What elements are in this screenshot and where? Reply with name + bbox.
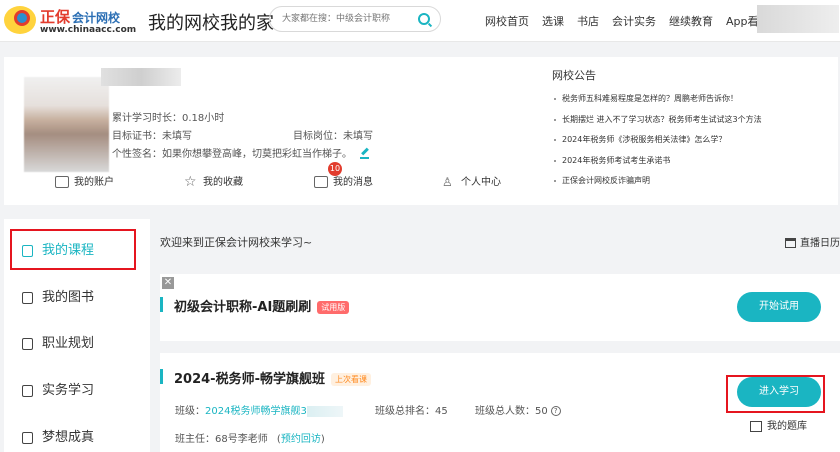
start-trial-button[interactable]: 开始试用: [737, 292, 821, 322]
career-icon: [22, 337, 33, 350]
signature: 个性签名：如果你想攀登高峰，切莫把彩虹当作梯子。: [112, 145, 370, 160]
notice-item[interactable]: 长期摆烂 进入不了学习状态？税务师考生试试这3个方法: [552, 110, 832, 131]
rank-info: 班级总排名：45: [375, 406, 448, 417]
nav-course-select[interactable]: 选课: [542, 13, 564, 29]
logo-brand: 正保 会计网校: [40, 8, 121, 26]
trial-badge: 试用版: [317, 301, 350, 314]
target-cert: 目标证书：未填写: [112, 131, 192, 142]
teacher-info: 班主任：68号李老师 (预约回访): [175, 434, 325, 445]
nav-home[interactable]: 网校首页: [485, 13, 529, 29]
top-header: 正保会计网校 www.chinaacc.com 我的网校我的家 网校首页 选课 …: [0, 0, 840, 42]
site-logo[interactable]: 正保 会计网校 www.chinaacc.com: [4, 4, 137, 38]
notice-item[interactable]: 2024年税务师《涉税服务相关法律》怎么学？: [552, 130, 832, 151]
recent-badge: 上次看课: [330, 373, 371, 386]
accent-bar: [160, 297, 163, 312]
notice-list: 税务师五科难易程度是怎样的？周鹏老师告诉你！ 长期摆烂 进入不了学习状态？税务师…: [552, 89, 832, 192]
message-count-badge: 10: [328, 162, 342, 176]
main-content: 欢迎来到正保会计网校来学习~ 直播日历 ✕ 初级会计职称-AI题刷刷 试用版 开始…: [160, 219, 840, 452]
welcome-text: 欢迎来到正保会计网校来学习~: [160, 236, 313, 249]
live-calendar-link[interactable]: 直播日历: [785, 234, 840, 249]
count-info: 班级总人数：50?: [475, 402, 561, 417]
accent-bar: [160, 369, 163, 384]
nav-continuing-education[interactable]: 继续教育: [669, 13, 713, 29]
blurred-class-suffix: [306, 405, 343, 417]
calendar-icon: [785, 238, 796, 248]
shortcut-account[interactable]: 我的账户: [55, 173, 114, 188]
signature-text: 个性签名：如果你想攀登高峰，切莫把彩虹当作梯子。: [112, 149, 352, 160]
course-title: 2024-税务师-畅学旗舰班 上次看课: [174, 368, 371, 387]
shortcut-bar: 我的账户 ☆ 我的收藏 我的消息 10 ♙ 个人中心: [4, 162, 544, 193]
site-title: 我的网校我的家: [148, 13, 274, 34]
search-icon[interactable]: [418, 13, 430, 25]
book-icon: [22, 291, 33, 304]
course-card-trial: ✕ 初级会计职称-AI题刷刷 试用版 开始试用: [160, 274, 840, 341]
logo-url: www.chinaacc.com: [40, 25, 137, 35]
profile-name: [101, 68, 181, 86]
profile-card: 累计学习时长：0.18小时 目标证书：未填写 目标岗位：未填写 个性签名：如果你…: [4, 57, 838, 205]
sidebar-item-dream[interactable]: 梦想成真: [22, 426, 132, 448]
nav-accounting-practice[interactable]: 会计实务: [612, 13, 656, 29]
search-input[interactable]: [282, 11, 410, 27]
notice-item[interactable]: 税务师五科难易程度是怎样的？周鹏老师告诉你！: [552, 89, 832, 110]
shortcut-personal-center[interactable]: ♙ 个人中心: [442, 173, 501, 188]
star-icon: ☆: [184, 174, 197, 190]
shortcut-favorites[interactable]: ☆ 我的收藏: [184, 173, 243, 190]
question-bank-link[interactable]: 我的题库: [750, 417, 807, 432]
highlight-enter-study: [726, 375, 825, 413]
question-bank-icon: [750, 420, 762, 432]
notice-item[interactable]: 2024年税务师考试考生承诺书: [552, 151, 832, 172]
send-icon: [22, 431, 33, 444]
highlight-my-courses: [10, 229, 136, 270]
profile-photo: [24, 77, 109, 172]
search-box: [269, 6, 441, 32]
course-title: 初级会计职称-AI题刷刷 试用版: [174, 296, 350, 315]
top-nav: 网校首页 选课 书店 会计实务 继续教育 App看课: [485, 13, 783, 29]
sidebar-item-practice[interactable]: 实务学习: [22, 379, 132, 401]
sidebar-item-my-books[interactable]: 我的图书: [22, 286, 132, 308]
notice-panel: 网校公告 税务师五科难易程度是怎样的？周鹏老师告诉你！ 长期摆烂 进入不了学习状…: [552, 67, 832, 192]
edit-icon[interactable]: [360, 150, 370, 159]
wallet-icon: [55, 176, 69, 188]
appointment-link[interactable]: 预约回访: [281, 434, 321, 445]
mail-icon: [314, 176, 328, 188]
target-post: 目标岗位：未填写: [293, 131, 373, 142]
notice-title: 网校公告: [552, 69, 596, 82]
close-icon[interactable]: ✕: [162, 277, 174, 289]
study-time: 累计学习时长：0.18小时: [112, 113, 225, 124]
class-info: 班级：2024税务师畅学旗舰3: [175, 402, 343, 417]
shortcut-messages[interactable]: 我的消息: [314, 173, 373, 188]
class-link[interactable]: 2024税务师畅学旗舰3: [205, 406, 307, 417]
user-icon: ♙: [442, 175, 453, 189]
nav-bookstore[interactable]: 书店: [577, 13, 599, 29]
logo-emblem-icon: [4, 6, 36, 34]
sidebar-item-career[interactable]: 职业规划: [22, 332, 132, 354]
help-icon[interactable]: ?: [550, 406, 561, 416]
notice-item[interactable]: 正保会计网校反诈骗声明: [552, 171, 832, 192]
monitor-icon: [22, 384, 33, 397]
user-avatar[interactable]: [757, 5, 839, 33]
